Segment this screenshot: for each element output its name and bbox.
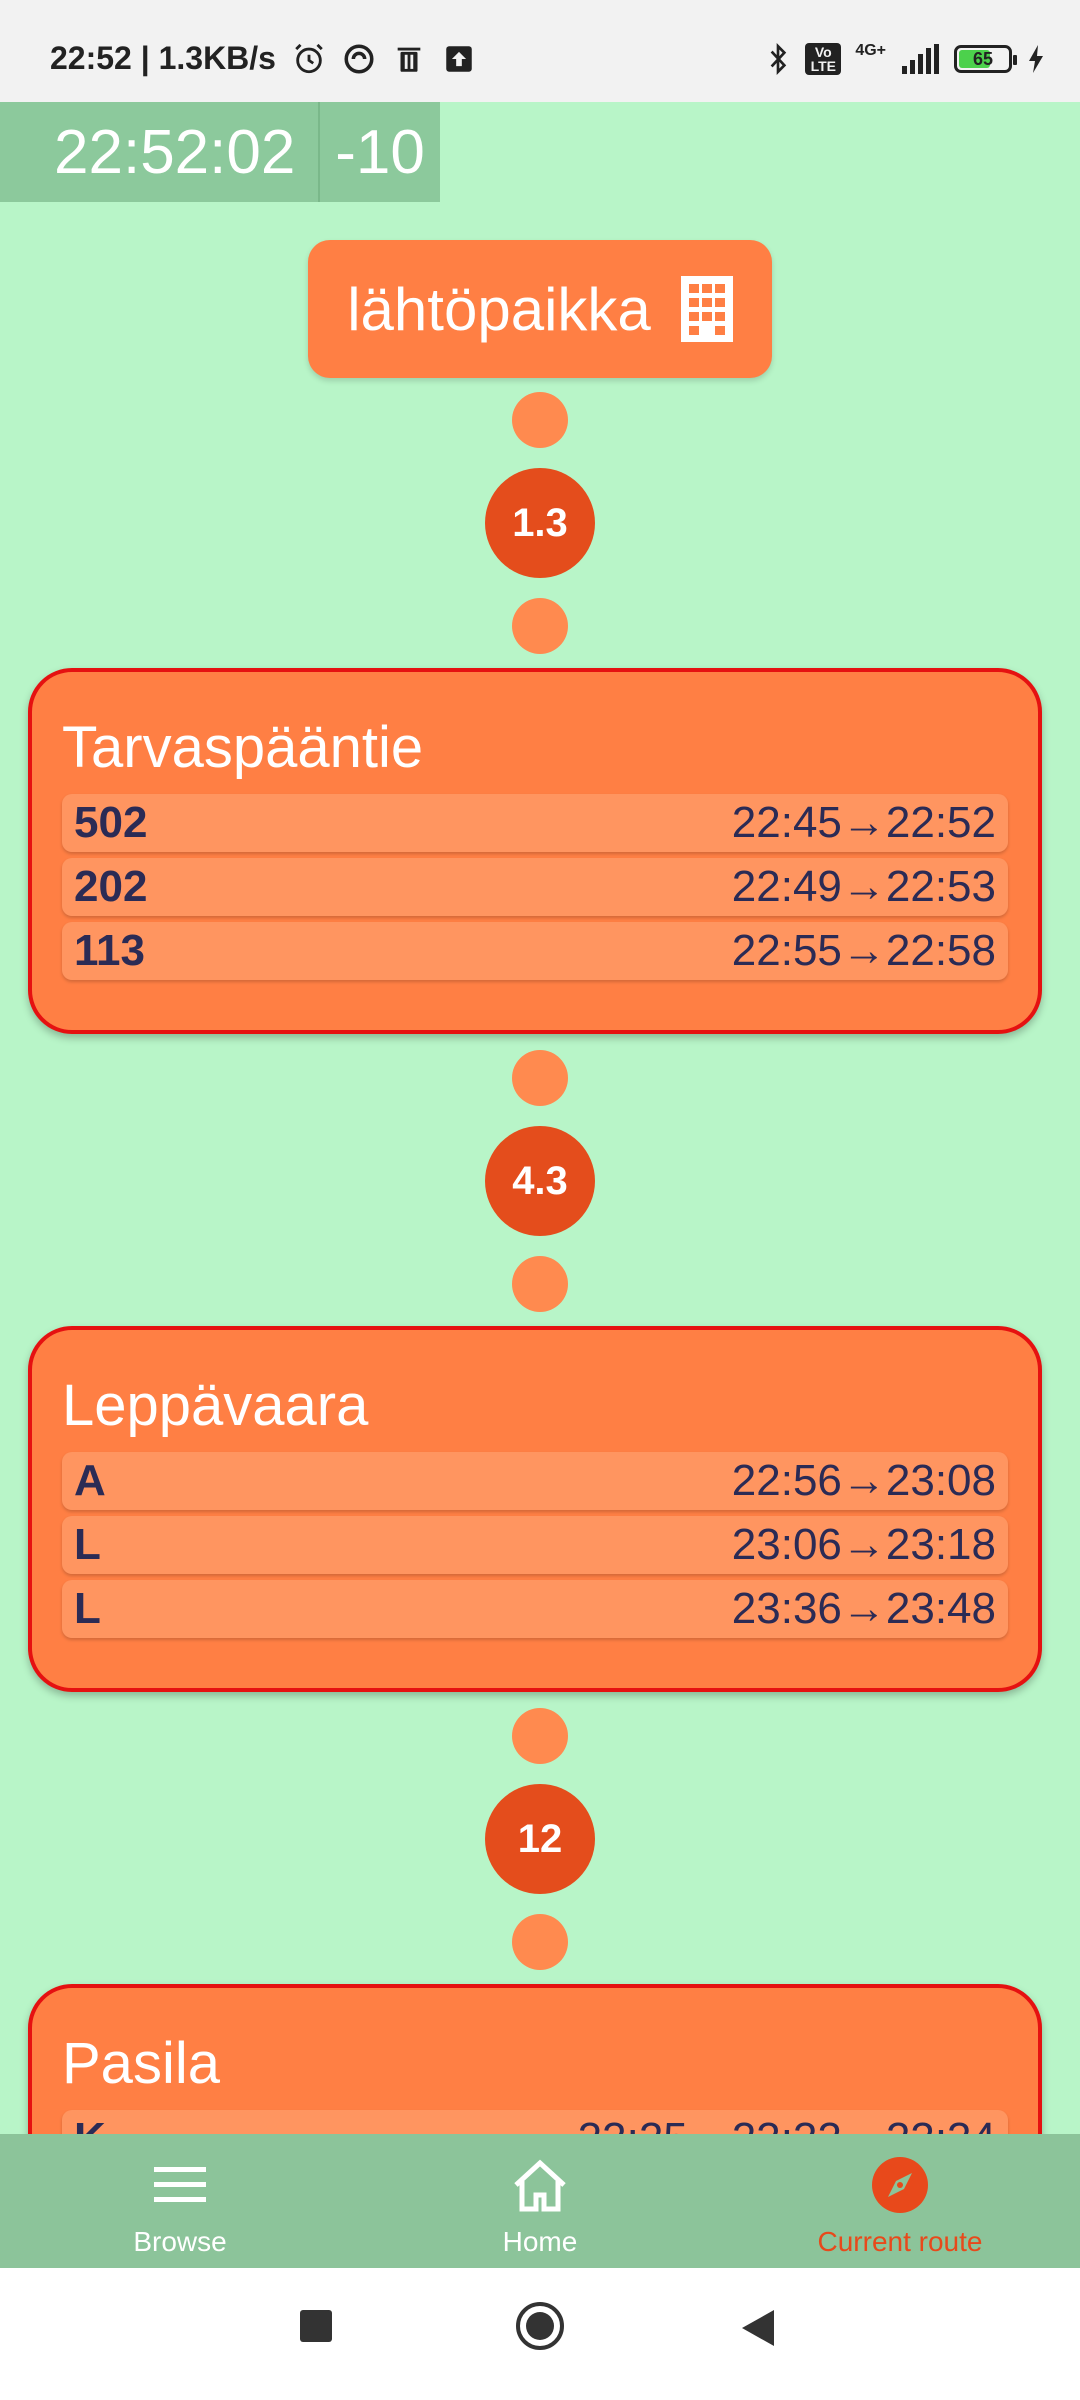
- system-navigation-bar: [0, 2268, 1080, 2400]
- nav-home-label: Home: [502, 2226, 578, 2257]
- line-number: A: [74, 1456, 106, 1505]
- home-system-button[interactable]: [514, 2300, 566, 2352]
- stop-name: Leppävaara: [62, 1373, 369, 1438]
- recents-button[interactable]: [298, 2308, 334, 2344]
- distance-badge: 4.3: [485, 1126, 595, 1236]
- departure-list: 502 22:45→22:52 202 22:49→22:53 113 22:5…: [62, 794, 1008, 986]
- battery-icon: 65: [954, 45, 1017, 73]
- departure-row[interactable]: 202 22:49→22:53: [62, 858, 1008, 916]
- signal-icon: [902, 44, 939, 74]
- battery-level: 65: [972, 48, 994, 69]
- nav-home[interactable]: Home: [360, 2134, 720, 2268]
- departure-times: 22:49→22:53: [731, 862, 996, 911]
- line-number: 202: [74, 862, 148, 911]
- status-right: Vo LTE 4G+ 65: [765, 42, 1046, 76]
- time-offset-button[interactable]: -10: [318, 102, 440, 202]
- stop-card-tarvaspaantie[interactable]: Tarvaspääntie 502 22:45→22:52 202 22:49→…: [28, 668, 1042, 1034]
- route-dot: [512, 1256, 568, 1312]
- route-dot: [512, 1914, 568, 1970]
- volte-icon: Vo LTE: [805, 43, 842, 75]
- network-label: 4G+: [855, 42, 886, 59]
- sync-icon: [344, 43, 374, 74]
- distance-badge: 1.3: [485, 468, 595, 578]
- stop-name: Tarvaspääntie: [62, 715, 424, 780]
- route-dot: [512, 392, 568, 448]
- departure-times: 23:06→23:18: [731, 1520, 996, 1569]
- departure-list: A 22:56→23:08 L 23:06→23:18 L 23:36→23:4…: [62, 1452, 1008, 1644]
- route-dot: [512, 598, 568, 654]
- alarm-icon: [295, 43, 323, 73]
- nav-browse-label: Browse: [133, 2226, 227, 2257]
- origin-label: lähtöpaikka: [347, 275, 651, 343]
- building-icon: [680, 276, 733, 342]
- bluetooth-icon: [770, 43, 787, 75]
- menu-icon: [149, 2154, 211, 2216]
- upload-icon: [446, 45, 472, 72]
- compass-icon: [869, 2154, 931, 2216]
- route-dot: [512, 1708, 568, 1764]
- stop-name: Pasila: [62, 2031, 220, 2096]
- departure-times: 22:45→22:52: [731, 798, 996, 847]
- nav-browse[interactable]: Browse: [0, 2134, 360, 2268]
- home-icon: [509, 2154, 571, 2216]
- line-number: L: [74, 1520, 101, 1569]
- distance-badge: 12: [485, 1784, 595, 1894]
- stop-card-leppavaara[interactable]: Leppävaara A 22:56→23:08 L 23:06→23:18 L…: [28, 1326, 1042, 1692]
- status-left: 22:52 | 1.3KB/s: [50, 40, 476, 77]
- status-bar: 22:52 | 1.3KB/s Vo LTE 4G+ 65: [0, 0, 1080, 102]
- departure-row[interactable]: 502 22:45→22:52: [62, 794, 1008, 852]
- line-number: 502: [74, 798, 148, 847]
- departure-times: 23:36→23:48: [731, 1584, 996, 1633]
- nav-current-route-label: Current route: [817, 2226, 983, 2257]
- departure-times: 22:56→23:08: [731, 1456, 996, 1505]
- nav-current-route[interactable]: Current route: [720, 2134, 1080, 2268]
- charging-icon: [1029, 45, 1043, 73]
- departure-row[interactable]: L 23:36→23:48: [62, 1580, 1008, 1638]
- departure-row[interactable]: A 22:56→23:08: [62, 1452, 1008, 1510]
- current-time: 22:52:02: [54, 117, 296, 187]
- departure-times: 22:55→22:58: [731, 926, 996, 975]
- status-time-speed: 22:52 | 1.3KB/s: [50, 40, 276, 76]
- bottom-navigation: Browse Home Current route: [0, 2134, 1080, 2268]
- departure-row[interactable]: 113 22:55→22:58: [62, 922, 1008, 980]
- trash-icon: [397, 47, 421, 72]
- departure-row[interactable]: L 23:06→23:18: [62, 1516, 1008, 1574]
- route-dot: [512, 1050, 568, 1106]
- line-number: 113: [74, 926, 145, 975]
- clock-bar: 22:52:02: [0, 102, 318, 202]
- line-number: L: [74, 1584, 101, 1633]
- back-button[interactable]: [740, 2308, 776, 2348]
- origin-button[interactable]: lähtöpaikka: [308, 240, 772, 378]
